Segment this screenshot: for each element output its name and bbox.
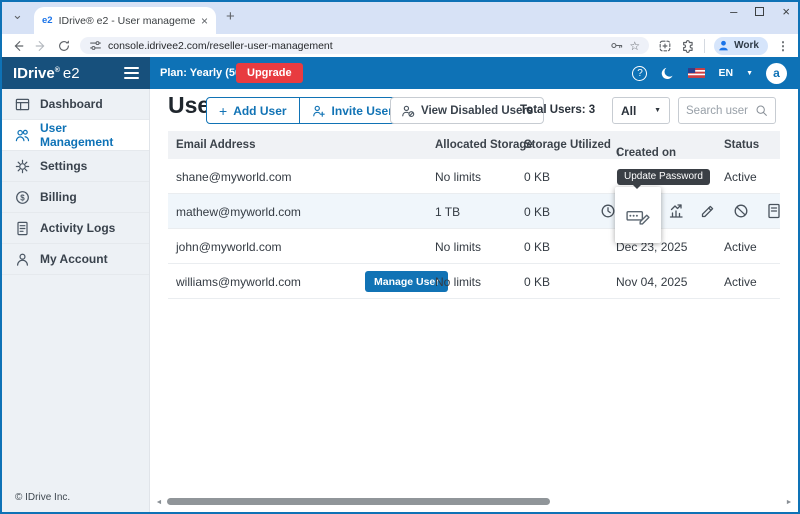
copyright-label: © IDrive Inc. — [15, 492, 70, 503]
app-root: IDrive®e2 Plan: Yearly (50 TB) Upgrade ?… — [2, 57, 798, 512]
app-header: IDrive®e2 Plan: Yearly (50 TB) Upgrade ?… — [2, 57, 798, 89]
update-password-tooltip: Update Password — [617, 169, 710, 185]
tab-close-icon[interactable]: × — [201, 14, 208, 28]
help-icon[interactable]: ? — [632, 66, 647, 81]
users-icon — [15, 128, 30, 143]
logs-document-icon[interactable] — [766, 203, 782, 219]
circular-action-icon[interactable] — [600, 203, 616, 219]
sidebar-item-my-account[interactable]: My Account — [2, 244, 149, 275]
browser-tab[interactable]: e2 IDrive® e2 - User management × — [34, 7, 216, 34]
tab-title: IDrive® e2 - User management — [59, 15, 195, 27]
scroll-left-icon[interactable]: ◄ — [153, 499, 165, 506]
add-user-button[interactable]: + Add User — [207, 98, 299, 123]
site-favicon: e2 — [42, 15, 53, 26]
language-caret-icon[interactable]: ▼ — [746, 70, 753, 77]
sidebar-item-billing[interactable]: $ Billing — [2, 182, 149, 213]
user-actions-group: + Add User Invite Users — [206, 97, 413, 124]
document-icon — [15, 221, 30, 236]
person-disabled-icon — [401, 104, 415, 118]
tab-strip: ⌄ e2 IDrive® e2 - User management × + – … — [2, 2, 798, 34]
address-bar[interactable]: console.idrivee2.com/reseller-user-manag… — [80, 37, 649, 54]
gear-icon — [15, 159, 30, 174]
profile-label: Work — [734, 40, 759, 51]
table-row-hovered[interactable]: mathew@myworld.com 1 TB 0 KB — [168, 194, 780, 229]
edit-pencil-icon[interactable] — [700, 203, 716, 219]
password-key-icon[interactable] — [610, 39, 623, 52]
dark-mode-moon-icon[interactable] — [660, 66, 675, 81]
window-controls: – × — [730, 4, 790, 19]
header-actions: ? EN ▼ a — [632, 57, 787, 89]
svg-text:$: $ — [20, 193, 25, 202]
forward-icon[interactable] — [34, 39, 48, 53]
sidebar: Dashboard User Management Settings $ Bil… — [2, 89, 150, 512]
profile-chip[interactable]: Work — [714, 37, 768, 55]
upgrade-button[interactable]: Upgrade — [236, 63, 303, 83]
scrollbar-thumb[interactable] — [167, 498, 550, 505]
table-row[interactable]: williams@myworld.com Manage User No limi… — [168, 264, 780, 299]
scroll-right-icon[interactable]: ► — [783, 499, 795, 506]
main-content: Users + Add User Invite Users View Disab… — [150, 89, 798, 512]
sidebar-item-settings[interactable]: Settings — [2, 151, 149, 182]
search-box — [678, 97, 776, 124]
url-text: console.idrivee2.com/reseller-user-manag… — [108, 40, 604, 52]
us-flag-icon — [688, 68, 705, 78]
back-icon[interactable] — [11, 39, 25, 53]
user-filter-dropdown[interactable]: All ▼ — [612, 97, 670, 124]
language-label[interactable]: EN — [718, 67, 733, 79]
refresh-icon[interactable] — [57, 39, 71, 53]
sort-down-icon: ↓ — [616, 147, 622, 159]
update-password-icon — [626, 205, 650, 225]
person-icon — [15, 252, 30, 267]
search-input[interactable] — [686, 105, 751, 117]
window-close-button[interactable]: × — [782, 4, 790, 19]
window-maximize-button[interactable] — [755, 7, 764, 16]
site-info-icon[interactable] — [89, 39, 102, 52]
idrive-e2-logo: IDrive®e2 — [13, 65, 80, 82]
search-icon[interactable] — [755, 104, 768, 117]
account-avatar[interactable]: a — [766, 63, 787, 84]
usage-chart-icon[interactable] — [668, 203, 684, 219]
horizontal-scrollbar[interactable]: ◄ ► — [153, 497, 795, 507]
new-tab-button[interactable]: + — [226, 8, 235, 25]
logo-block: IDrive®e2 — [2, 57, 150, 89]
toolbar-divider — [704, 39, 705, 53]
total-users-label: Total Users: 3 — [520, 104, 595, 116]
table-row[interactable]: john@myworld.com No limits 0 KB Dec 23, … — [168, 229, 780, 264]
browser-menu-icon[interactable]: ⋮ — [777, 39, 789, 53]
browser-window: ⌄ e2 IDrive® e2 - User management × + – … — [0, 0, 800, 514]
table-header: Email Address Allocated Storage Storage … — [168, 131, 780, 159]
scrollbar-track[interactable] — [165, 498, 783, 506]
bookmark-star-icon[interactable]: ☆ — [629, 40, 640, 52]
update-password-popover[interactable] — [615, 187, 661, 243]
sidebar-item-activity-logs[interactable]: Activity Logs — [2, 213, 149, 244]
dollar-icon: $ — [15, 190, 30, 205]
browser-toolbar: console.idrivee2.com/reseller-user-manag… — [2, 34, 798, 57]
dashboard-icon — [15, 97, 30, 112]
sidebar-item-user-management[interactable]: User Management — [2, 120, 149, 151]
dropdown-caret-icon: ▼ — [654, 107, 661, 114]
person-plus-icon — [312, 104, 326, 118]
organize-tabs-icon[interactable] — [658, 39, 672, 53]
tab-search-chevron-icon[interactable]: ⌄ — [12, 8, 23, 21]
plus-icon: + — [219, 103, 227, 119]
profile-person-icon — [717, 39, 730, 52]
hamburger-menu-icon[interactable] — [124, 64, 139, 82]
window-minimize-button[interactable]: – — [730, 4, 737, 19]
extensions-puzzle-icon[interactable] — [681, 39, 695, 53]
disable-ban-icon[interactable] — [733, 203, 749, 219]
sidebar-item-dashboard[interactable]: Dashboard — [2, 89, 149, 120]
